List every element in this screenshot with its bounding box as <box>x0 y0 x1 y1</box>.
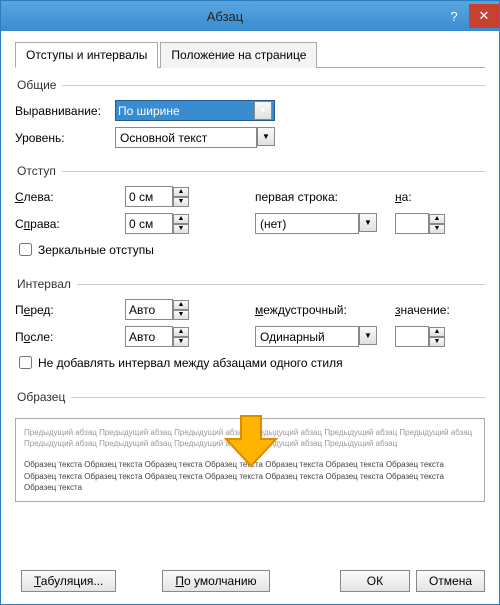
line-spacing-select[interactable]: Одинарный ▼ <box>255 326 395 347</box>
group-general: Общие Выравнивание: По ширине ▼ Уровень:… <box>15 78 485 154</box>
spin-up-icon[interactable]: ▲ <box>429 327 445 337</box>
tabs-button[interactable]: Табуляция... <box>21 570 116 592</box>
tab-strip: Отступы и интервалы Положение на страниц… <box>15 41 485 68</box>
indent-left-label: Слева: <box>15 190 125 204</box>
spin-up-icon[interactable]: ▲ <box>173 214 189 224</box>
line-spacing-label: междустрочный: <box>255 303 395 317</box>
group-spacing: Интервал Перед: ▲▼ междустрочный: значен… <box>15 277 485 380</box>
spin-up-icon[interactable]: ▲ <box>173 327 189 337</box>
indent-left-input[interactable] <box>125 186 173 207</box>
dialog-window: Абзац ? ✕ Отступы и интервалы Положение … <box>0 0 500 605</box>
alignment-select[interactable]: По ширине ▼ <box>115 100 275 121</box>
spin-up-icon[interactable]: ▲ <box>429 214 445 224</box>
mirror-indents-checkbox[interactable] <box>19 243 32 256</box>
indent-left-spinner[interactable]: ▲▼ <box>125 186 255 207</box>
help-button[interactable]: ? <box>439 4 469 28</box>
window-title: Абзац <box>11 9 439 24</box>
level-select[interactable]: Основной текст ▼ <box>115 127 275 148</box>
spin-down-icon[interactable]: ▼ <box>173 337 189 347</box>
close-button[interactable]: ✕ <box>469 4 499 28</box>
before-input[interactable] <box>125 299 173 320</box>
no-add-space-checkbox[interactable] <box>19 356 32 369</box>
tab-indents-spacing[interactable]: Отступы и интервалы <box>15 42 158 68</box>
chevron-down-icon[interactable]: ▼ <box>359 213 377 232</box>
ok-button[interactable]: ОК <box>340 570 410 592</box>
button-bar: Табуляция... По умолчанию ОК Отмена <box>15 570 485 592</box>
chevron-down-icon[interactable]: ▼ <box>359 326 377 345</box>
indent-on-spinner[interactable]: ▲▼ <box>395 213 485 234</box>
group-general-label: Общие <box>15 78 62 92</box>
indent-right-spinner[interactable]: ▲▼ <box>125 213 255 234</box>
first-line-label: первая строка: <box>255 190 395 204</box>
annotation-arrow-icon <box>221 411 281 471</box>
title-bar: Абзац ? ✕ <box>1 1 499 31</box>
level-value: Основной текст <box>115 127 257 148</box>
chevron-down-icon[interactable]: ▼ <box>257 127 275 146</box>
indent-right-input[interactable] <box>125 213 173 234</box>
spin-down-icon[interactable]: ▼ <box>173 197 189 207</box>
spin-down-icon[interactable]: ▼ <box>173 310 189 320</box>
after-input[interactable] <box>125 326 173 347</box>
group-indent: Отступ Слева: ▲▼ первая строка: на: Спра… <box>15 164 485 267</box>
before-label: Перед: <box>15 303 125 317</box>
value-label: значение: <box>395 303 485 317</box>
spin-up-icon[interactable]: ▲ <box>173 300 189 310</box>
mirror-indents-label: Зеркальные отступы <box>38 243 154 257</box>
before-spinner[interactable]: ▲▼ <box>125 299 255 320</box>
indent-on-input[interactable] <box>395 213 429 234</box>
level-label: Уровень: <box>15 131 115 145</box>
alignment-value: По ширине <box>118 104 180 118</box>
default-button[interactable]: По умолчанию <box>162 570 269 592</box>
first-line-value: (нет) <box>255 213 359 234</box>
no-add-space-label: Не добавлять интервал между абзацами одн… <box>38 356 343 370</box>
alignment-label: Выравнивание: <box>15 104 115 118</box>
after-label: После: <box>15 330 125 344</box>
line-spacing-value: Одинарный <box>255 326 359 347</box>
group-preview-label: Образец <box>15 390 71 404</box>
cancel-button[interactable]: Отмена <box>416 570 485 592</box>
chevron-down-icon[interactable]: ▼ <box>254 101 272 120</box>
spacing-value-spinner[interactable]: ▲▼ <box>395 326 485 347</box>
on-label: на: <box>395 190 485 204</box>
spacing-value-input[interactable] <box>395 326 429 347</box>
indent-right-label: Справа: <box>15 217 125 231</box>
after-spinner[interactable]: ▲▼ <box>125 326 255 347</box>
group-indent-label: Отступ <box>15 164 62 178</box>
spin-down-icon[interactable]: ▼ <box>173 224 189 234</box>
spin-down-icon[interactable]: ▼ <box>429 224 445 234</box>
tab-page-position[interactable]: Положение на странице <box>160 42 317 68</box>
spin-down-icon[interactable]: ▼ <box>429 337 445 347</box>
first-line-select[interactable]: (нет) ▼ <box>255 213 395 234</box>
group-spacing-label: Интервал <box>15 277 77 291</box>
spin-up-icon[interactable]: ▲ <box>173 187 189 197</box>
